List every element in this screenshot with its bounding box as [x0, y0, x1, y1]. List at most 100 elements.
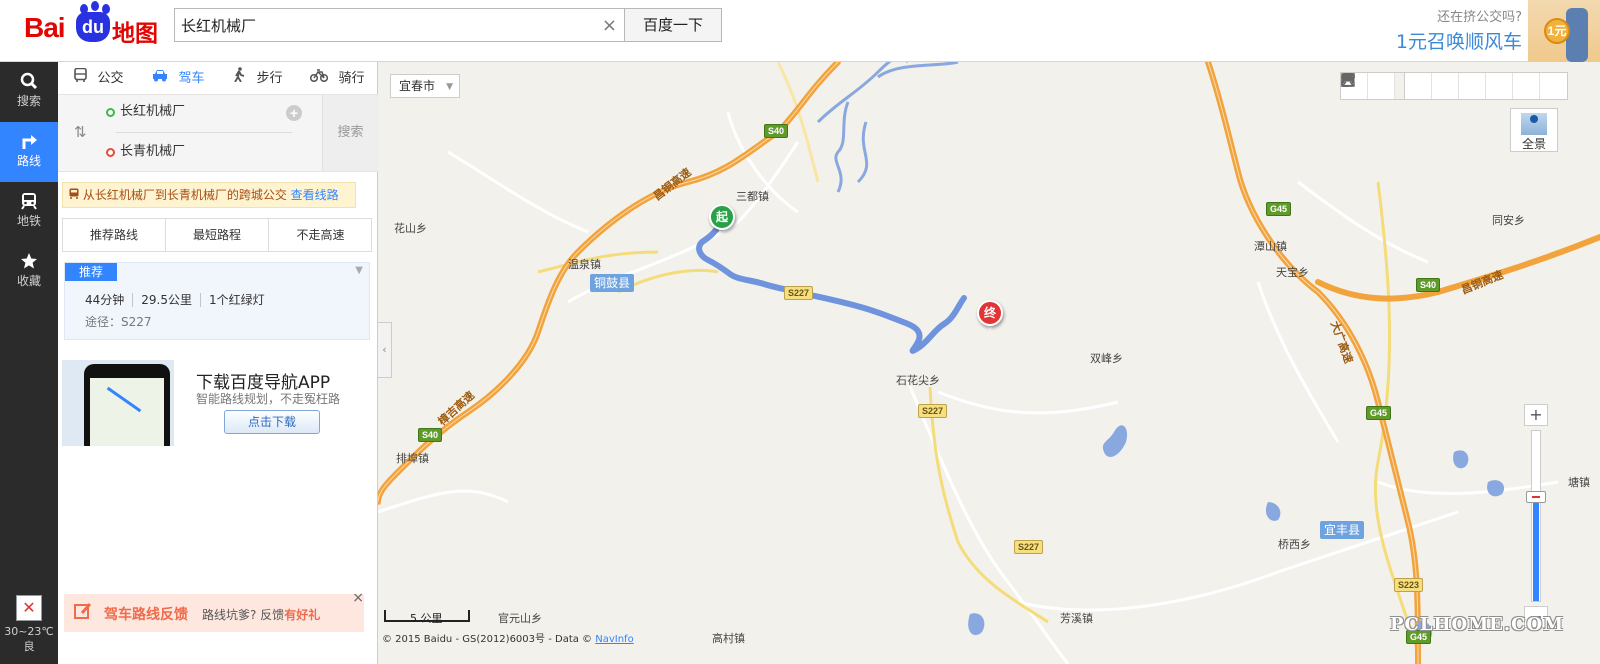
panorama-button[interactable]: 全景	[1510, 108, 1558, 152]
tab-recommended[interactable]: 推荐路线	[63, 219, 166, 251]
travel-mode-tabs: 公交 驾车 步行 骑行	[58, 62, 378, 94]
start-marker[interactable]: 起	[709, 204, 735, 238]
zoom-control: + −	[1524, 404, 1548, 628]
route-search-button[interactable]: 搜索	[322, 95, 378, 171]
print-icon[interactable]	[1341, 73, 1540, 99]
weather-temp: 30~23℃	[4, 625, 54, 638]
turn-arrow-icon	[0, 122, 58, 152]
chevron-left-icon: ‹	[382, 343, 387, 356]
tab-shortest[interactable]: 最短路程	[166, 219, 269, 251]
route-shield: G45	[1266, 202, 1292, 216]
collapse-panel-button[interactable]: ‹	[378, 322, 392, 378]
phone-screen	[90, 378, 164, 446]
driving-route-line[interactable]	[696, 221, 967, 354]
expressway-centerlines	[378, 62, 1419, 664]
promo-image[interactable]: 1元	[1528, 0, 1600, 62]
rivers	[816, 62, 959, 193]
add-waypoint-icon[interactable]: +	[286, 105, 302, 121]
zoom-slider-handle[interactable]	[1526, 491, 1546, 503]
baidu-map-logo[interactable]: Bai du 地图	[20, 1, 162, 50]
route-result-card[interactable]: 推荐 ▼ 44分钟 29.5公里 1个红绿灯 途径：S227	[64, 262, 370, 340]
mode-drive-label: 驾车	[178, 71, 205, 86]
pin-icon[interactable]	[1342, 73, 1513, 99]
panorama-label: 全景	[1521, 137, 1546, 151]
view-bus-lines-link[interactable]: 查看线路	[291, 188, 339, 202]
chevron-down-icon: ▼	[446, 82, 453, 92]
route-shield: S227	[784, 286, 814, 300]
end-point-input[interactable]: 长青机械厂	[104, 139, 322, 165]
feedback-sub-prefix: 路线坑爹? 反馈	[202, 608, 285, 622]
nav-item-label: 搜索	[16, 94, 41, 108]
mode-bus[interactable]: 公交	[74, 62, 123, 94]
measure-icon[interactable]	[1341, 73, 1459, 99]
map-base-layer	[378, 62, 1600, 664]
share-icon[interactable]	[1341, 73, 1432, 99]
route-via: 途径：S227	[85, 315, 152, 329]
logo-text-ditu: 地图	[112, 21, 158, 47]
route-distance: 29.5公里	[133, 293, 202, 307]
nav-item-subway[interactable]: 地铁	[0, 182, 58, 242]
coin-icon: 1元	[1544, 18, 1570, 44]
end-marker[interactable]: 终	[977, 300, 1003, 334]
mark-icon[interactable]	[1341, 73, 1486, 99]
close-icon[interactable]: ×	[352, 590, 364, 606]
route-shield: G45	[1366, 406, 1392, 420]
car-icon	[152, 70, 172, 86]
town-label: 石花尖乡	[896, 374, 940, 387]
mode-walk[interactable]: 步行	[232, 62, 282, 94]
route-traffic-lights: 1个红绿灯	[209, 293, 265, 307]
fullscreen-icon[interactable]	[1341, 73, 1567, 99]
nav-item-favorites[interactable]: 收藏	[0, 242, 58, 302]
header: Bai du 地图 × 百度一下 还在挤公交吗? 1元召唤顺风车 1元	[0, 0, 1600, 62]
end-point-text: 长青机械厂	[120, 144, 186, 159]
search-input[interactable]	[181, 9, 591, 41]
end-marker-label: 终	[977, 300, 1003, 326]
clear-icon[interactable]: ×	[602, 15, 617, 36]
chevron-down-icon[interactable]: ▼	[355, 265, 363, 276]
carpool-promo[interactable]: 还在挤公交吗? 1元召唤顺风车	[1396, 6, 1522, 54]
nav-item-route[interactable]: 路线	[0, 122, 58, 182]
app-promo-subtitle: 智能路线规划，不走冤枉路	[196, 392, 341, 406]
zoom-slider-track[interactable]	[1526, 430, 1546, 602]
swap-icon[interactable]: ⇅	[74, 123, 87, 141]
bus-icon	[74, 67, 91, 86]
zoom-slider-fill	[1533, 497, 1539, 601]
route-panel: 公交 驾车 步行 骑行 ⇅ 长红机械厂 长青机械厂 + 搜索 从长红机械厂到长青…	[58, 62, 378, 664]
traffic-icon[interactable]	[1341, 73, 1395, 99]
map-canvas[interactable]: 昌铜高速 昌铜高速 樟吉高速 大广高速 S40 S40 S40 S227 S22…	[378, 62, 1600, 664]
town-label: 官元山乡	[498, 612, 542, 625]
search-button[interactable]: 百度一下	[624, 8, 722, 42]
city-selector[interactable]: 宜春市 ▼	[390, 74, 460, 98]
county-label[interactable]: 宜丰县	[1320, 521, 1365, 539]
app-download-button[interactable]: 点击下载	[224, 410, 320, 434]
lakes	[968, 425, 1505, 644]
phone-image	[62, 360, 174, 446]
bus-icon	[69, 188, 83, 202]
navinfo-link[interactable]: NavInfo	[595, 634, 633, 645]
map-toolbar	[1340, 72, 1568, 100]
bus-tip-text: 从长红机械厂到长青机械厂的跨城公交	[82, 188, 287, 202]
route-preference-tabs: 推荐路线 最短路程 不走高速	[62, 218, 372, 252]
zoom-in-button[interactable]: +	[1524, 404, 1548, 426]
town-label: 花山乡	[394, 222, 427, 235]
start-marker-label: 起	[709, 204, 735, 230]
promo-line-2: 1元召唤顺风车	[1395, 31, 1522, 53]
star-icon	[0, 242, 58, 272]
nav-item-label: 收藏	[16, 274, 41, 288]
county-label[interactable]: 铜鼓县	[590, 274, 635, 292]
mode-bike[interactable]: 骑行	[309, 62, 364, 94]
subway-icon	[0, 182, 58, 212]
town-label: 桥西乡	[1278, 538, 1311, 551]
route-shield: S40	[764, 124, 789, 138]
nav-item-search[interactable]: 搜索	[0, 62, 58, 122]
mode-drive[interactable]: 驾车	[152, 62, 204, 94]
recommended-badge: 推荐	[65, 263, 117, 281]
city-name: 宜春市	[399, 79, 436, 93]
nav-app-promo: 下载百度导航APP 智能路线规划，不走冤枉路 点击下载	[62, 360, 372, 446]
route-shield: S40	[418, 428, 443, 442]
route-shield: S227	[918, 404, 948, 418]
town-label: 高村镇	[712, 632, 745, 645]
tab-avoid-highway[interactable]: 不走高速	[269, 219, 372, 251]
weather-widget[interactable]: ✕ 30~23℃ 良	[0, 595, 58, 654]
route-feedback-banner[interactable]: 驾车路线反馈 路线坑爹? 反馈有好礼 ×	[64, 590, 364, 632]
